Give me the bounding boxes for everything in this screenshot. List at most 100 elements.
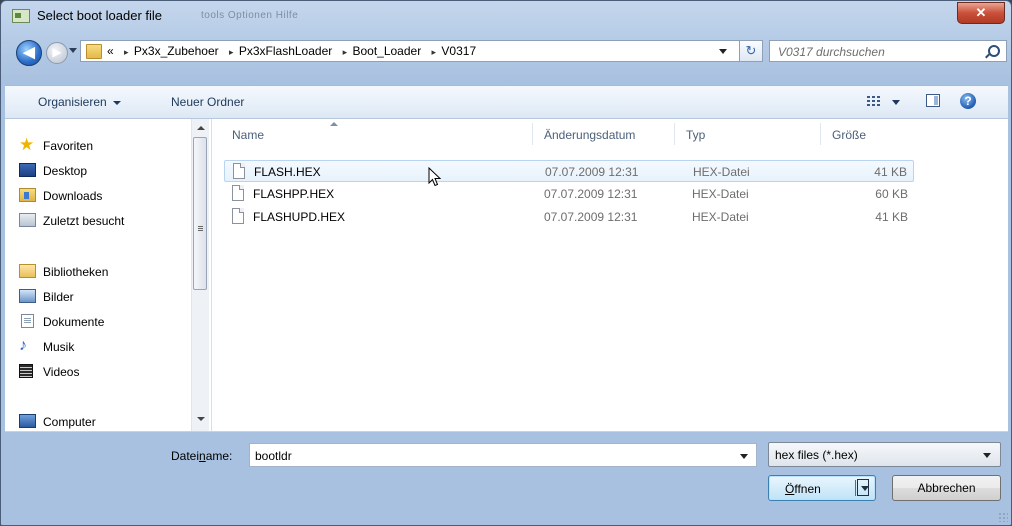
pictures-icon: [19, 289, 36, 303]
chevron-down-icon: [983, 453, 991, 458]
sidebar-item-label: Favoriten: [43, 139, 94, 153]
file-name: FLASHUPD.HEX: [253, 210, 346, 224]
breadcrumb-v0317[interactable]: V0317: [441, 44, 476, 58]
file-list: Name Änderungsdatum Typ Größe FLASH.HEX …: [212, 119, 1008, 431]
file-size: 60 KB: [875, 187, 908, 201]
sidebar-item-label: Musik: [43, 340, 75, 354]
filename-value: bootldr: [255, 449, 292, 463]
chevron-down-icon: [861, 486, 869, 491]
sidebar-item-label: Dokumente: [43, 315, 105, 329]
preview-pane-icon[interactable]: [926, 94, 940, 107]
file-row-flashpp-hex[interactable]: FLASHPP.HEX 07.07.2009 12:31 HEX-Datei 6…: [224, 183, 914, 205]
refresh-button[interactable]: ↻: [739, 40, 763, 62]
computer-icon: [19, 414, 36, 428]
command-toolbar: Organisieren Neuer Ordner ?: [5, 85, 1008, 119]
split-divider: [855, 480, 856, 496]
folder-icon: [86, 44, 102, 59]
desktop-icon: [19, 163, 36, 177]
sidebar-item-label: Videos: [43, 365, 80, 379]
column-header-size[interactable]: Größe: [832, 128, 866, 142]
file-name: FLASH.HEX: [254, 165, 321, 179]
breadcrumb-px3x-zubehoer[interactable]: Px3x_Zubehoer: [134, 44, 219, 58]
address-dropdown-arrow-icon[interactable]: [719, 49, 727, 54]
back-button[interactable]: ◀: [16, 40, 42, 66]
organize-menu-button[interactable]: Organisieren: [38, 95, 121, 109]
grip-icon: [198, 226, 203, 227]
scrollbar-thumb[interactable]: [193, 137, 207, 290]
file-icon: [232, 185, 244, 201]
sidebar-item-label: Desktop: [43, 164, 88, 178]
sidebar-item-label: Bibliotheken: [43, 265, 109, 279]
address-row: ◀ ▶ « ▸ Px3x_Zubehoer ▸ Px3xFlashLoader …: [1, 34, 1011, 86]
breadcrumb-overflow[interactable]: «: [107, 44, 114, 58]
music-icon: ♪: [19, 337, 27, 354]
videos-icon: [19, 364, 33, 378]
chevron-down-icon: [112, 100, 121, 105]
scroll-down-arrow-icon[interactable]: [197, 417, 205, 421]
breadcrumb-separator-icon[interactable]: ▸: [432, 47, 437, 57]
star-icon: ★: [19, 135, 35, 154]
column-header-date[interactable]: Änderungsdatum: [544, 128, 635, 142]
close-button[interactable]: ✕: [957, 2, 1005, 24]
sidebar-item-label: Computer: [43, 415, 96, 429]
organize-label: Organisieren: [38, 95, 107, 109]
cancel-button[interactable]: Abbrechen: [892, 475, 1001, 501]
library-icon: [19, 264, 36, 278]
sidebar-item-label: Downloads: [43, 189, 103, 203]
help-icon[interactable]: ?: [960, 93, 976, 109]
breadcrumb-separator-icon[interactable]: ▸: [229, 47, 234, 57]
new-folder-button[interactable]: Neuer Ordner: [171, 95, 244, 109]
breadcrumb-boot-loader[interactable]: Boot_Loader: [352, 44, 421, 58]
breadcrumb-px3xflashloader[interactable]: Px3xFlashLoader: [239, 44, 332, 58]
column-divider[interactable]: [674, 123, 675, 145]
file-type: HEX-Datei: [692, 210, 749, 224]
navigation-pane: ★ Favoriten Desktop Downloads Zuletzt be…: [5, 119, 212, 431]
column-divider[interactable]: [532, 123, 533, 145]
column-header-name[interactable]: Name: [232, 128, 264, 142]
view-dropdown-arrow-icon[interactable]: [892, 100, 900, 105]
file-row-flashupd-hex[interactable]: FLASHUPD.HEX 07.07.2009 12:31 HEX-Datei …: [224, 206, 914, 228]
file-icon: [232, 208, 244, 224]
chevron-down-icon[interactable]: [740, 454, 748, 459]
column-divider[interactable]: [820, 123, 821, 145]
content-area: ★ Favoriten Desktop Downloads Zuletzt be…: [5, 119, 1008, 432]
scroll-up-arrow-icon[interactable]: [197, 126, 205, 130]
dialog-footer: Dateiname: bootldr hex files (*.hex) Öff…: [1, 431, 1011, 525]
breadcrumb-separator-icon[interactable]: ▸: [343, 47, 348, 57]
sidebar-item-label: Bilder: [43, 290, 74, 304]
breadcrumb: « ▸ Px3x_Zubehoer ▸ Px3xFlashLoader ▸ Bo…: [107, 44, 478, 58]
file-name: FLASHPP.HEX: [253, 187, 335, 201]
filter-value: hex files (*.hex): [775, 448, 858, 462]
file-date: 07.07.2009 12:31: [544, 210, 638, 224]
forward-button[interactable]: ▶: [46, 42, 68, 64]
app-icon: [12, 9, 30, 23]
file-size: 41 KB: [875, 210, 908, 224]
file-type: HEX-Datei: [693, 165, 750, 179]
open-button[interactable]: Öffnen: [768, 475, 876, 501]
file-size: 41 KB: [874, 165, 907, 179]
file-type-filter-select[interactable]: hex files (*.hex): [768, 442, 1001, 467]
view-options-icon[interactable]: [867, 96, 881, 106]
file-open-dialog: Select boot loader file tools Optionen H…: [0, 0, 1012, 526]
file-date: 07.07.2009 12:31: [544, 187, 638, 201]
open-button-label: Öffnen: [785, 482, 821, 496]
search-icon[interactable]: [988, 45, 1000, 57]
file-icon: [233, 163, 245, 179]
title-bar[interactable]: Select boot loader file tools Optionen H…: [1, 1, 1011, 31]
search-placeholder: V0317 durchsuchen: [778, 45, 885, 59]
column-header-type[interactable]: Typ: [686, 128, 705, 142]
address-bar[interactable]: « ▸ Px3x_Zubehoer ▸ Px3xFlashLoader ▸ Bo…: [80, 40, 742, 62]
breadcrumb-separator-icon: ▸: [124, 47, 129, 57]
resize-grip-icon[interactable]: [998, 512, 1008, 522]
documents-icon: [21, 314, 34, 328]
file-date: 07.07.2009 12:31: [545, 165, 639, 179]
sidebar-scrollbar[interactable]: [191, 119, 209, 431]
background-menu-ghost: tools Optionen Hilfe: [201, 10, 299, 21]
recent-places-icon: [19, 213, 36, 227]
filename-field[interactable]: bootldr: [249, 443, 757, 467]
downloads-icon: [19, 188, 36, 202]
file-row-flash-hex[interactable]: FLASH.HEX 07.07.2009 12:31 HEX-Datei 41 …: [224, 160, 914, 182]
recent-locations-dropdown[interactable]: [69, 48, 77, 53]
file-type: HEX-Datei: [692, 187, 749, 201]
search-input[interactable]: V0317 durchsuchen: [769, 40, 1007, 62]
